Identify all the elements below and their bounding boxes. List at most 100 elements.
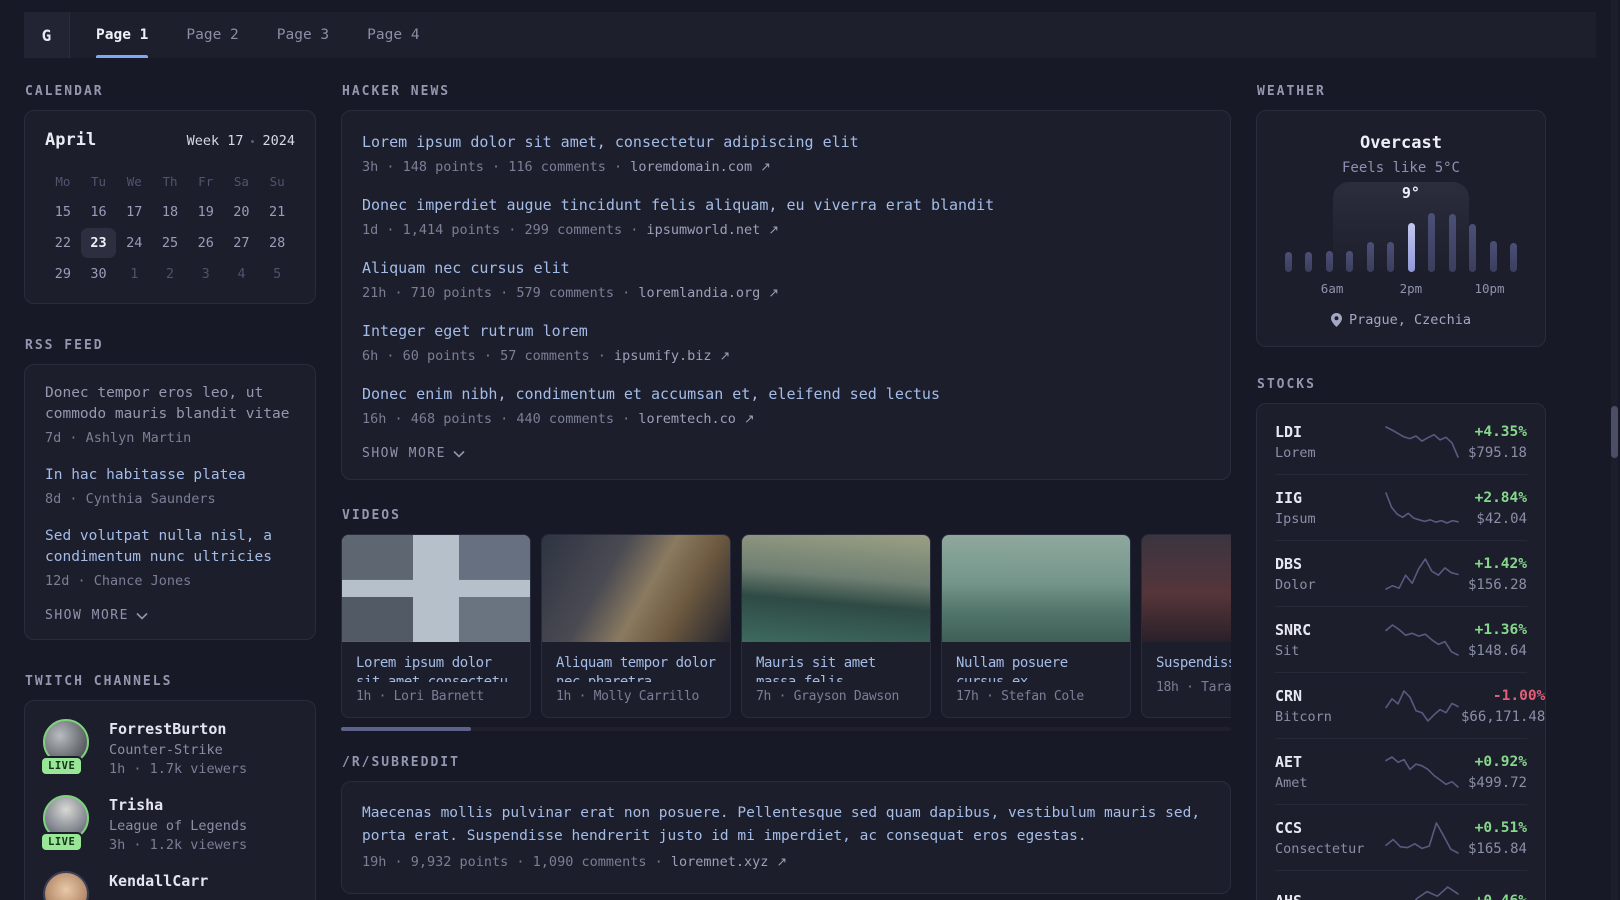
video-card[interactable]: Mauris sit amet massa felis 7h · Grayson…	[741, 534, 931, 718]
hackernews-item-domain[interactable]: loremdomain.com	[630, 159, 752, 175]
hackernews-item-title[interactable]: Lorem ipsum dolor sit amet, consectetur …	[362, 131, 1210, 153]
video-title[interactable]: Suspendisse diam	[1142, 642, 1231, 673]
stock-row[interactable]: SNRC Sit +1.36% $148.64	[1275, 606, 1527, 672]
calendar-day: 17	[126, 204, 143, 220]
page-tabs: Page 1 Page 2 Page 3 Page 4	[70, 12, 420, 58]
twitch-channel-name[interactable]: ForrestBurton	[109, 719, 247, 739]
tab-page-4[interactable]: Page 4	[367, 12, 419, 58]
twitch-channel-meta: 3h · 1.2k viewers	[109, 837, 248, 853]
video-thumbnail[interactable]	[542, 535, 730, 642]
hackernews-widget: Lorem ipsum dolor sit amet, consectetur …	[341, 110, 1231, 480]
tab-page-1[interactable]: Page 1	[96, 12, 149, 58]
subreddit-post-meta: 19h · 9,932 points · 1,090 comments · lo…	[362, 851, 1210, 873]
hackernews-item-title[interactable]: Donec enim nibh, condimentum et accumsan…	[362, 383, 1210, 405]
dot-separator	[251, 139, 255, 143]
hackernews-item-title[interactable]: Donec imperdiet augue tincidunt felis al…	[362, 194, 1210, 216]
calendar-day: 27	[233, 235, 250, 251]
stock-sparkline	[1385, 689, 1459, 722]
calendar-day: 15	[54, 204, 71, 220]
stock-change: +1.42%	[1474, 556, 1527, 572]
video-thumbnail[interactable]	[942, 535, 1130, 642]
video-title[interactable]: Nullam posuere cursus ex	[942, 642, 1130, 682]
stock-sparkline	[1414, 886, 1459, 900]
calendar-year: 2024	[262, 133, 295, 149]
weather-bar	[1489, 241, 1497, 272]
stocks-section-title: STOCKS	[1257, 377, 1316, 392]
weather-bar	[1428, 213, 1436, 272]
stock-id: CRN Bitcorn	[1275, 686, 1383, 725]
subreddit-post-title[interactable]: Maecenas mollis pulvinar erat non posuer…	[362, 802, 1210, 848]
rss-item-title[interactable]: Sed volutpat nulla nisl, a condimentum n…	[45, 526, 295, 568]
hackernews-item-domain[interactable]: ipsumify.biz	[614, 348, 712, 364]
videos-scrollbar-thumb[interactable]	[341, 727, 471, 731]
calendar-day-next-month: 5	[273, 266, 282, 282]
hackernews-item: Aliquam nec cursus elit 21h · 710 points…	[362, 257, 1210, 304]
video-thumbnail[interactable]	[342, 535, 530, 642]
stock-row[interactable]: IIG Ipsum +2.84% $42.04	[1275, 474, 1527, 540]
rss-item-title[interactable]: Donec tempor eros leo, ut commodo mauris…	[45, 383, 295, 425]
hackernews-item-domain[interactable]: loremlandia.org	[638, 285, 760, 301]
weather-feels-like: Feels like 5°C	[1341, 160, 1460, 176]
subreddit-post-domain[interactable]: loremnet.xyz	[671, 854, 769, 870]
stock-name: Consectetur	[1275, 841, 1365, 857]
stock-row[interactable]: LDI Lorem +4.35% $795.18	[1275, 409, 1527, 474]
tab-page-3[interactable]: Page 3	[277, 12, 329, 58]
video-card[interactable]: Nullam posuere cursus ex 17h · Stefan Co…	[941, 534, 1131, 718]
video-meta: 7h · Grayson Dawson	[756, 689, 900, 704]
subreddit-section-title: /R/SUBREDDIT	[342, 755, 460, 770]
stock-values: +0.46%	[1461, 891, 1527, 900]
video-title[interactable]: Aliquam tempor dolor nec pharetra…	[542, 642, 730, 682]
hackernews-item-title[interactable]: Aliquam nec cursus elit	[362, 257, 1210, 279]
stock-row[interactable]: AHS +0.46%	[1275, 870, 1527, 900]
stock-name: Dolor	[1275, 577, 1316, 593]
video-title[interactable]: Mauris sit amet massa felis	[742, 642, 930, 682]
video-thumbnail[interactable]	[1142, 535, 1231, 642]
twitch-channel[interactable]: LIVE ForrestBurton Counter-Strike 1h · 1…	[40, 719, 297, 777]
stock-row[interactable]: CCS Consectetur +0.51% $165.84	[1275, 804, 1527, 870]
stock-row[interactable]: DBS Dolor +1.42% $156.28	[1275, 540, 1527, 606]
video-card[interactable]: Lorem ipsum dolor sit amet consectetu… 1…	[341, 534, 531, 718]
page-scrollbar-track[interactable]	[1611, 0, 1618, 900]
calendar-dow: Mo	[55, 173, 71, 189]
meta-text: 1d · 1,414 points · 299 comments ·	[362, 222, 647, 238]
weather-temp-label: 9°	[1401, 184, 1420, 202]
stock-row[interactable]: CRN Bitcorn -1.00% $66,171.48	[1275, 672, 1545, 738]
rss-item-meta: 7d · Ashlyn Martin	[45, 430, 192, 446]
stock-name: Ipsum	[1275, 511, 1316, 527]
hackernews-item-title[interactable]: Integer eget rutrum lorem	[362, 320, 1210, 342]
twitch-channel-name[interactable]: Trisha	[109, 795, 247, 815]
stock-row[interactable]: AET Amet +0.92% $499.72	[1275, 738, 1527, 804]
video-card[interactable]: Suspendisse diam 18h · Tara	[1141, 534, 1231, 718]
hackernews-item-domain[interactable]: loremtech.co	[638, 411, 736, 427]
hackernews-show-more-label: SHOW MORE	[362, 446, 446, 461]
hackernews-item: Donec imperdiet augue tincidunt felis al…	[362, 194, 1210, 241]
rss-item-meta: 8d · Cynthia Saunders	[45, 491, 216, 507]
video-title[interactable]: Lorem ipsum dolor sit amet consectetu…	[342, 642, 530, 682]
rss-item-title[interactable]: In hac habitasse platea	[45, 465, 295, 486]
twitch-channel-name[interactable]: KendallCarr	[109, 871, 208, 891]
twitch-channel[interactable]: LIVE Trisha League of Legends 3h · 1.2k …	[40, 795, 297, 853]
calendar-widget: April Week 17 2024 Mo Tu We Th Fr Sa Su …	[24, 110, 316, 304]
stock-symbol: AET	[1275, 753, 1303, 771]
rss-show-more-button[interactable]: SHOW MORE	[45, 608, 295, 623]
calendar-grid: Mo Tu We Th Fr Sa Su 15 16 17 18 19 20 2…	[45, 166, 295, 289]
video-meta: 1h · Molly Carrillo	[556, 689, 700, 704]
stock-id: AHS	[1275, 891, 1383, 900]
twitch-channel[interactable]: KendallCarr	[43, 871, 297, 900]
stock-symbol: CCS	[1275, 819, 1303, 837]
stock-name: Bitcorn	[1275, 709, 1332, 725]
hackernews-item-domain[interactable]: ipsumworld.net	[646, 222, 760, 238]
external-link-icon: ↗	[768, 222, 779, 237]
calendar-day-next-month: 1	[130, 266, 139, 282]
app-logo[interactable]: G	[24, 12, 70, 58]
hackernews-show-more-button[interactable]: SHOW MORE	[362, 446, 1210, 461]
weather-condition: Overcast	[1360, 133, 1442, 153]
tab-page-2[interactable]: Page 2	[186, 12, 238, 58]
video-card[interactable]: Aliquam tempor dolor nec pharetra… 1h · …	[541, 534, 731, 718]
stock-id: AET Amet	[1275, 752, 1383, 791]
page-scrollbar-thumb[interactable]	[1611, 406, 1618, 458]
stock-price: $499.72	[1467, 775, 1527, 791]
videos-scrollbar-track[interactable]	[341, 727, 1231, 731]
video-thumbnail[interactable]	[742, 535, 930, 642]
hackernews-item-meta: 16h · 468 points · 440 comments · loremt…	[362, 408, 1210, 430]
